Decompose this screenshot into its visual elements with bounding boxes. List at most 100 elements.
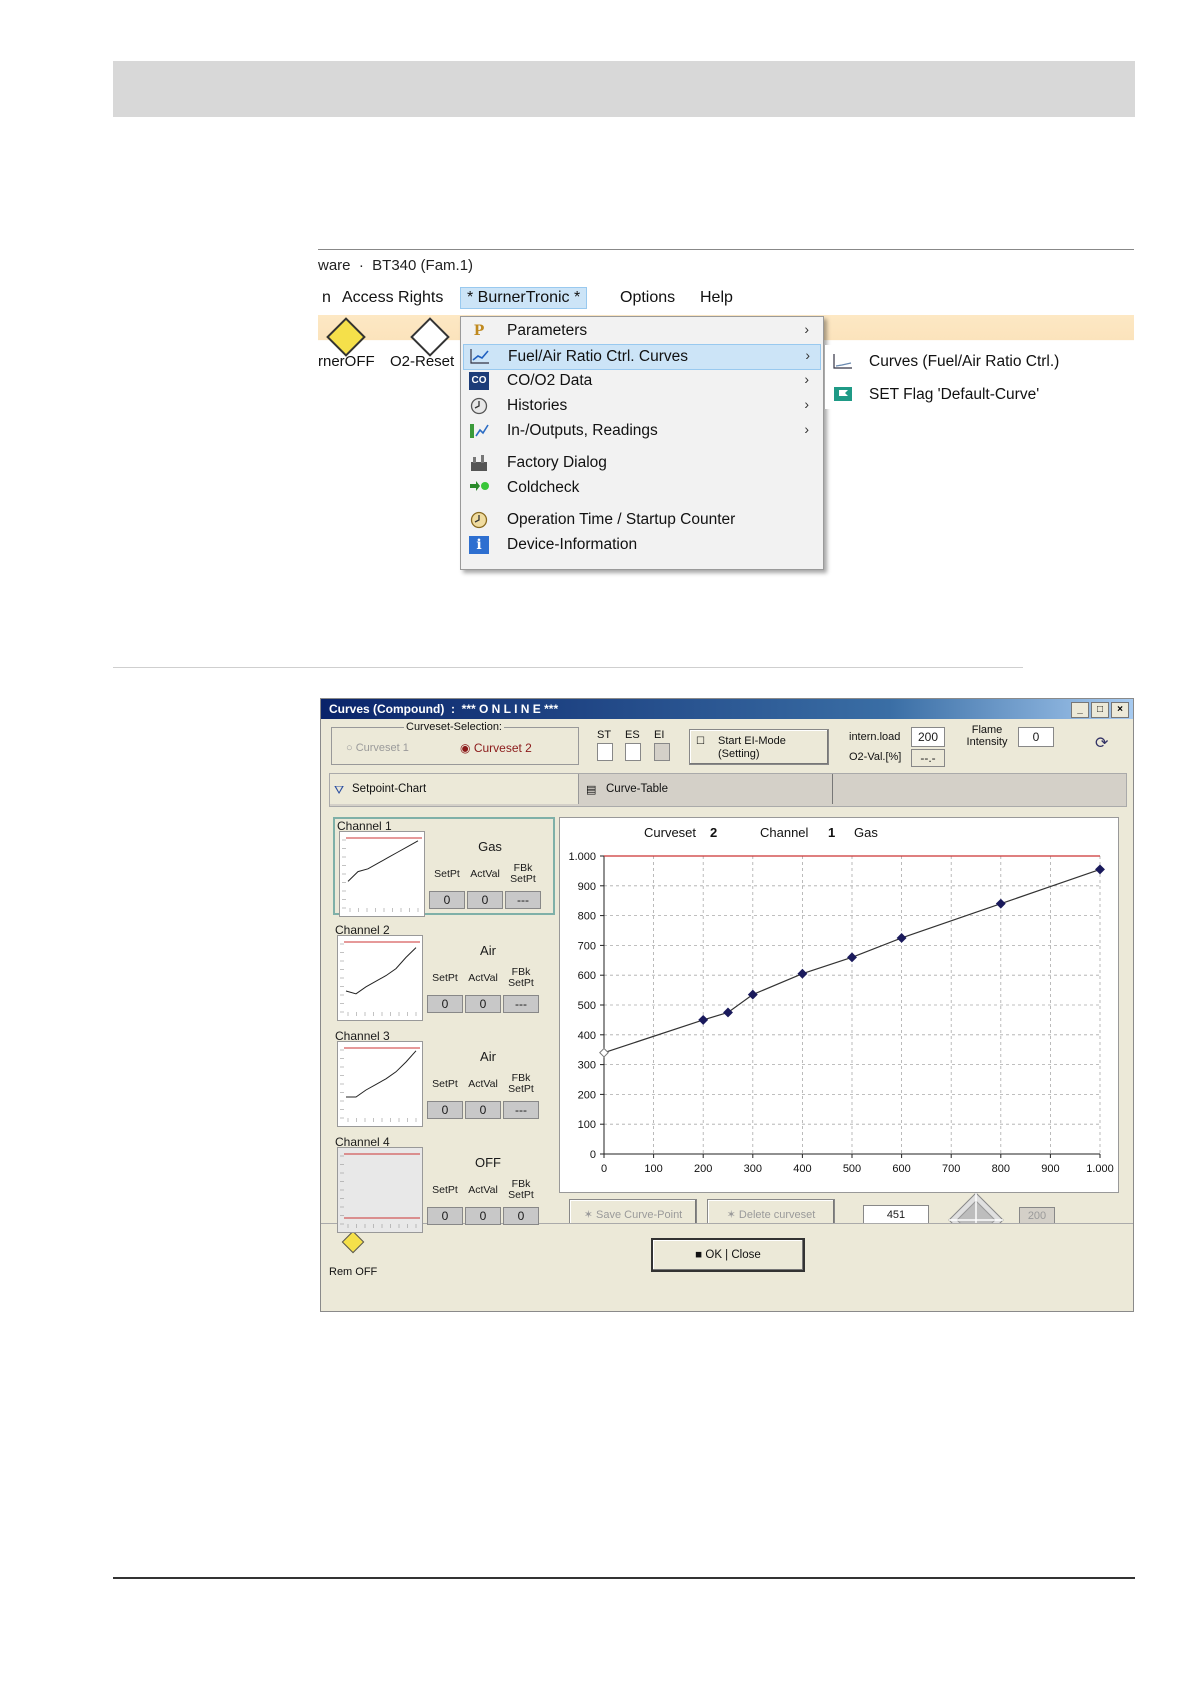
menu-screenshot: ware · BT340 (Fam.1) n Access Rights * B… [318,249,1134,579]
menu-options[interactable]: Options [616,289,679,307]
setpt-value: 0 [427,1101,463,1119]
flame-intensity-value: 0 [1018,727,1054,747]
histories-clock-icon [469,397,489,415]
flag-icon [833,386,853,404]
start-ei-mode-button[interactable]: ☐ Start EI-Mode (Setting) [689,729,829,765]
menu-item-coldcheck[interactable]: Coldcheck [463,476,819,500]
x-tick-label: 400 [793,1163,811,1175]
data-point [599,1047,609,1058]
window-buttons: _ □ × [1069,701,1129,718]
curves-dialog: Curves (Compound) : *** O N L I N E *** … [320,698,1134,1312]
coldcheck-icon [469,479,489,497]
channel-panel-4[interactable]: Channel 4 OFF SetPt ActVal FBk SetPt 0 0 0 [333,1135,555,1233]
close-icon[interactable]: × [1111,702,1129,718]
y-tick-label: 700 [578,940,596,952]
factory-icon [469,454,489,472]
data-point [747,989,758,1000]
setpoint-chart: Curveset 2 Channel 1 Gas 0 100 200 300 400 50… [559,817,1119,1193]
channel-panel-3[interactable]: Channel 3 Air SetPt ActVal FBk SetPt 0 0 --- [333,1029,555,1127]
setpt-header: SetPt [432,1078,458,1090]
menubar-fragment[interactable]: n [318,289,335,307]
menu-item-fuel-air-curves[interactable]: Fuel/Air Ratio Ctrl. Curves › [463,344,821,370]
tab-setpoint-chart[interactable]: ⛛ Setpoint-Chart [330,774,579,804]
menu-item-parameters[interactable]: P Parameters › [463,319,819,343]
page-footer-rule [113,1577,1135,1579]
section-divider [113,667,1023,668]
channel-medium: Air [480,943,496,958]
o2-val-label: O2-Val.[%] [849,751,902,763]
fbk-setpt-value: 0 [503,1207,539,1225]
data-point [995,898,1006,909]
maximize-icon[interactable]: □ [1091,702,1109,718]
curveset-selection-group: Curveset-Selection: ○ Curveset 1 ◉ Curve… [331,721,579,765]
mini-curve-line [347,840,419,882]
actval-value: 0 [467,891,503,909]
mini-curve-line [345,947,417,995]
y-tick-label: 200 [578,1089,596,1101]
y-tick-label: 600 [578,970,596,982]
y-tick-label: 0 [590,1149,596,1161]
menu-item-co-o2-data[interactable]: CO CO/O2 Data › [463,369,819,393]
flag-es-label: ES [625,729,640,741]
intern-load-value: 200 [911,727,945,747]
channel-mini-chart[interactable] [337,935,423,1021]
co-o2-icon: CO [469,372,489,390]
channel-panel-1[interactable]: Channel 1 Gas SetPt ActVal FBk SetPt 0 0 --- [333,817,555,917]
x-tick-label: 700 [942,1163,960,1175]
setpt-header: SetPt [432,1184,458,1196]
data-point [797,968,808,979]
actval-header: ActVal [468,1184,498,1196]
tab-curve-table[interactable]: ▤ Curve-Table [580,774,833,804]
curveset-2-radio[interactable]: ◉ Curveset 2 [460,741,532,755]
chevron-right-icon: › [804,421,809,437]
actval-header: ActVal [470,868,500,880]
clock-icon [469,511,489,529]
page-header-bar [113,61,1135,117]
setpt-value: 0 [427,995,463,1013]
rem-off-label: Rem OFF [329,1266,378,1278]
o2-reset-label[interactable]: O2-Reset [390,353,454,370]
fbk-setpt-header: FBk SetPt [508,966,534,989]
ok-close-button[interactable]: ■ OK | Close [651,1238,805,1272]
menu-item-factory-dialog[interactable]: Factory Dialog [463,451,819,475]
y-tick-label: 900 [578,881,596,893]
y-tick-label: 100 [578,1119,596,1131]
o2-reset-icon[interactable] [410,317,450,357]
intern-load-label: intern.load [849,731,901,743]
menu-item-in-outputs[interactable]: In-/Outputs, Readings › [463,419,819,443]
menu-item-operation-time[interactable]: Operation Time / Startup Counter [463,508,819,532]
plot-curveset-value: 2 [710,825,718,840]
plot-channel-value: 1 [828,825,836,840]
data-point [847,952,857,963]
curveset-selection-legend: Curveset-Selection: [404,721,504,733]
menu-help[interactable]: Help [696,289,737,307]
data-point [698,1014,709,1025]
curve-plot-svg[interactable]: 0 100 200 300 400 500 600 700 800 900 1.000 0 100 200… [560,846,1118,1192]
fbk-setpt-header: FBk SetPt [508,1072,534,1095]
actval-header: ActVal [468,972,498,984]
dialog-titlebar: Curves (Compound) : *** O N L I N E *** … [321,699,1133,719]
channel-panel-2[interactable]: Channel 2 Air SetPt ActVal FBk SetPt 0 0 --- [333,923,555,1021]
curveset-1-radio[interactable]: ○ Curveset 1 [346,742,409,754]
chevron-right-icon: › [804,371,809,387]
fbk-setpt-header: FBk SetPt [508,1178,534,1201]
x-tick-label: 800 [992,1163,1010,1175]
channel-mini-chart[interactable] [337,1041,423,1127]
menu-burnertronic[interactable]: * BurnerTronic * [460,287,588,309]
menu-item-device-information[interactable]: i Device-Information [463,533,819,557]
menu-access-rights[interactable]: Access Rights [338,289,447,307]
burner-off-label[interactable]: rnerOFF [318,353,375,370]
curve-point-value[interactable]: 451 [863,1205,929,1225]
burner-off-icon[interactable] [326,317,366,357]
actval-value: 0 [465,1207,501,1225]
minimize-icon[interactable]: _ [1071,702,1089,718]
refresh-icon[interactable]: ⟳ [1095,733,1108,753]
info-icon: i [469,536,489,554]
rem-off-icon[interactable] [341,1230,365,1254]
menu-item-histories[interactable]: Histories › [463,394,819,418]
channel-mini-chart[interactable] [337,1147,423,1233]
curves-submenu: Curves (Fuel/Air Ratio Ctrl.) SET Flag '… [824,345,1134,409]
flag-ei-label: EI [654,729,665,741]
actval-value: 0 [465,995,501,1013]
channel-mini-chart[interactable] [339,831,425,917]
